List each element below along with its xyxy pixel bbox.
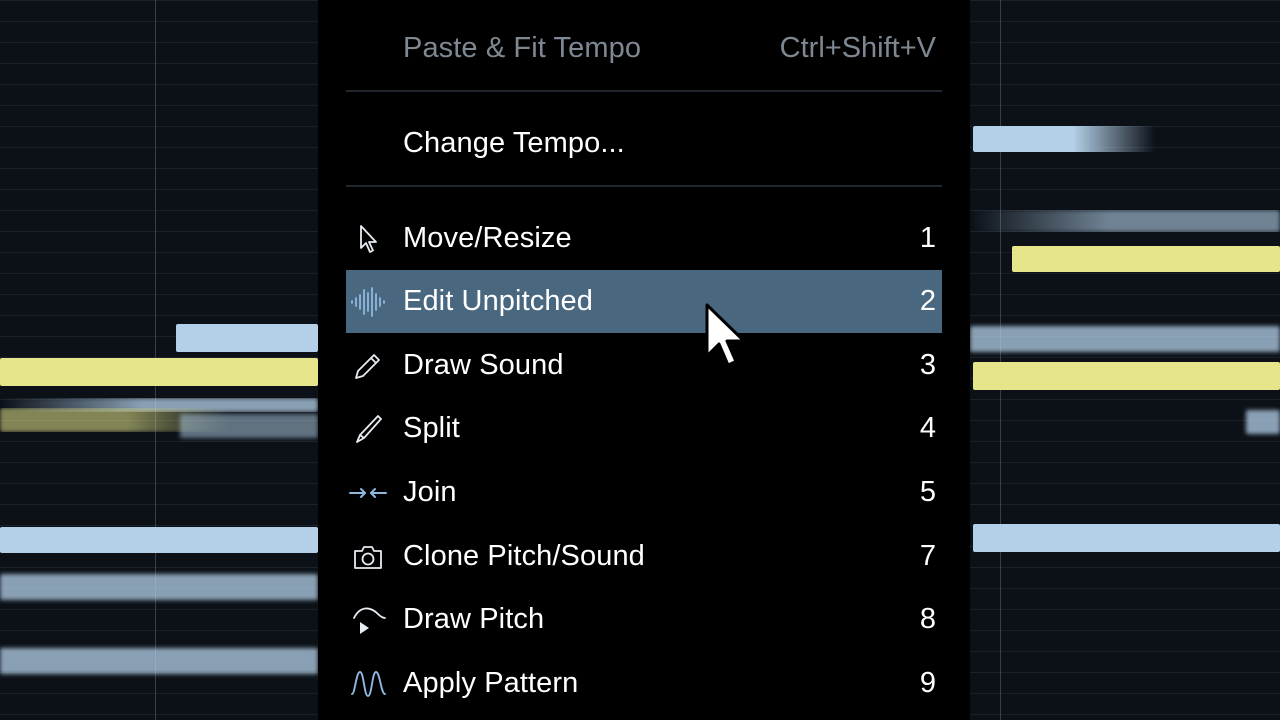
menu-item-label: Move/Resize xyxy=(403,222,572,254)
menu-separator xyxy=(346,185,942,187)
menu-item-clone-pitch-sound[interactable]: Clone Pitch/Sound 7 xyxy=(346,525,942,588)
menu-item-shortcut: 7 xyxy=(919,540,936,572)
menu-item-paste-fit-tempo[interactable]: Paste & Fit Tempo Ctrl+Shift+V xyxy=(346,17,942,80)
pencil-icon xyxy=(350,348,386,384)
context-menu: Paste & Fit Tempo Ctrl+Shift+V Change Te… xyxy=(318,0,970,720)
camera-icon xyxy=(350,539,386,575)
menu-item-join[interactable]: Join 5 xyxy=(346,461,942,524)
note-blob[interactable] xyxy=(973,524,1280,552)
mouse-cursor-icon xyxy=(705,303,746,367)
note-blob[interactable] xyxy=(180,414,318,438)
note-blob[interactable] xyxy=(0,648,318,674)
note-editor-right xyxy=(970,0,1280,720)
menu-item-draw-pitch[interactable]: Draw Pitch 8 xyxy=(346,588,942,651)
menu-item-label: Draw Pitch xyxy=(403,603,545,635)
menu-item-draw-sound[interactable]: Draw Sound 3 xyxy=(346,334,942,397)
menu-item-shortcut: 1 xyxy=(919,222,936,254)
note-blob[interactable] xyxy=(1012,246,1280,272)
menu-item-label: Edit Unpitched xyxy=(403,285,594,317)
pattern-wave-icon xyxy=(350,666,386,702)
menu-item-split[interactable]: Split 4 xyxy=(346,397,942,460)
note-editor-left xyxy=(0,0,318,720)
menu-item-label: Paste & Fit Tempo xyxy=(403,32,642,64)
pointer-icon xyxy=(350,221,386,257)
note-blob[interactable] xyxy=(1246,410,1280,434)
menu-item-shortcut: 2 xyxy=(919,285,936,317)
pitch-curve-icon xyxy=(350,602,386,638)
note-blob[interactable] xyxy=(973,362,1280,390)
beat-gridline xyxy=(1000,0,1001,720)
note-blob[interactable] xyxy=(970,326,1280,352)
menu-item-label: Draw Sound xyxy=(403,349,564,381)
note-blob[interactable] xyxy=(176,324,318,352)
note-blob[interactable] xyxy=(970,210,1280,232)
menu-item-label: Apply Pattern xyxy=(403,667,579,699)
menu-item-shortcut: 5 xyxy=(919,476,936,508)
menu-item-label: Join xyxy=(403,476,457,508)
menu-item-move-resize[interactable]: Move/Resize 1 xyxy=(346,207,942,270)
menu-item-label: Split xyxy=(403,412,460,444)
note-blob[interactable] xyxy=(973,126,1155,152)
menu-item-shortcut: 4 xyxy=(919,412,936,444)
blade-icon xyxy=(350,411,386,447)
menu-item-change-tempo[interactable]: Change Tempo... xyxy=(346,112,942,175)
waveform-icon xyxy=(350,284,386,320)
menu-item-shortcut: Ctrl+Shift+V xyxy=(779,32,936,64)
menu-item-shortcut: 9 xyxy=(919,667,936,699)
menu-item-label: Clone Pitch/Sound xyxy=(403,540,645,572)
menu-item-apply-pattern[interactable]: Apply Pattern 9 xyxy=(346,652,942,715)
note-blob[interactable] xyxy=(0,574,318,600)
note-blob[interactable] xyxy=(0,527,318,553)
join-icon xyxy=(349,475,387,511)
menu-separator xyxy=(346,90,942,92)
menu-item-shortcut: 3 xyxy=(919,349,936,381)
note-blob[interactable] xyxy=(0,358,318,386)
editor-screen: Paste & Fit Tempo Ctrl+Shift+V Change Te… xyxy=(0,0,1280,720)
menu-item-label: Change Tempo... xyxy=(403,127,625,159)
menu-item-shortcut: 8 xyxy=(919,603,936,635)
menu-item-edit-unpitched[interactable]: Edit Unpitched 2 xyxy=(346,270,942,333)
